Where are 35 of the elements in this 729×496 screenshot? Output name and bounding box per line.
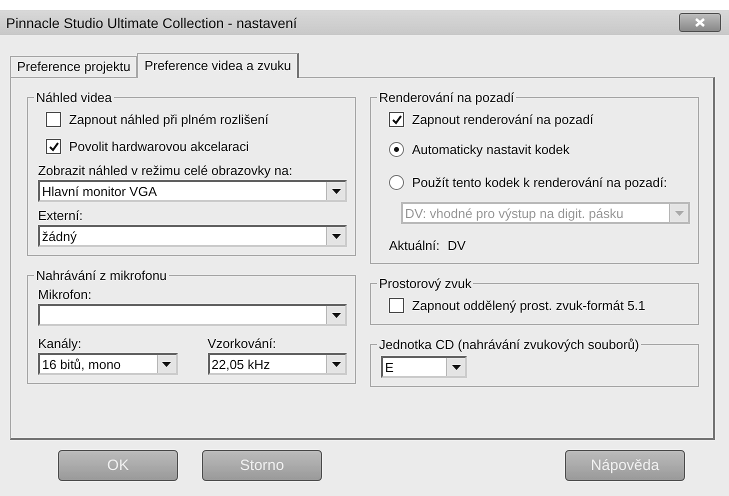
tab[interactable]: Preference videa a zvuku (137, 53, 300, 78)
checkbox-label: Povolit hardwarovou akcelaraci (69, 139, 249, 154)
radio-label: Použít tento kodek k renderování na pozadí: (412, 175, 668, 190)
checkbox[interactable] (389, 112, 404, 127)
group-title: Renderování na pozadí (378, 90, 516, 105)
radio-button[interactable] (389, 175, 404, 190)
dropdown-field[interactable]: žádný (38, 225, 347, 247)
field-label: Zobrazit náhled v režimu celé obrazovky na: (38, 163, 294, 178)
field-label: Kanály: (38, 336, 82, 351)
radio-button[interactable] (389, 142, 404, 157)
group-title: Prostorový zvuk (378, 276, 472, 291)
dropdown-field[interactable]: 22,05 kHz (208, 353, 347, 375)
close-button[interactable] (679, 13, 721, 32)
checkbox-label: Zapnout oddělený prost. zvuk-formát 5.1 (412, 298, 646, 313)
checkbox[interactable] (46, 112, 61, 127)
checkbox[interactable] (389, 298, 404, 313)
checkbox[interactable] (46, 139, 61, 154)
group-title: Náhled videa (35, 90, 113, 105)
info-label: Aktuální: (389, 238, 440, 253)
group-title: Nahrávání z mikrofonu (35, 268, 168, 283)
dropdown-field[interactable]: Hlavní monitor VGA (38, 180, 347, 202)
dropdown-field[interactable] (38, 304, 347, 326)
dropdown-field[interactable]: 16 bitů, mono (38, 353, 178, 375)
field-label: Mikrofon: (38, 287, 92, 302)
checkbox-label: Zapnout renderování na pozadí (412, 112, 594, 127)
dropdown-field[interactable]: E (381, 356, 467, 378)
group-title: Jednotka CD (nahrávání zvukových souborů) (378, 337, 640, 352)
tab[interactable]: Preference projektu (10, 56, 138, 77)
close-icon (695, 18, 705, 27)
window-title: Pinnacle Studio Ultimate Collection - nastavení (6, 14, 298, 30)
info-value: DV (448, 238, 466, 253)
field-label: Vzorkování: (208, 336, 278, 351)
radio-label: Automaticky nastavit kodek (412, 142, 570, 157)
checkbox-label: Zapnout náhled při plném rozlišení (69, 112, 268, 127)
field-label: Externí: (38, 208, 84, 223)
